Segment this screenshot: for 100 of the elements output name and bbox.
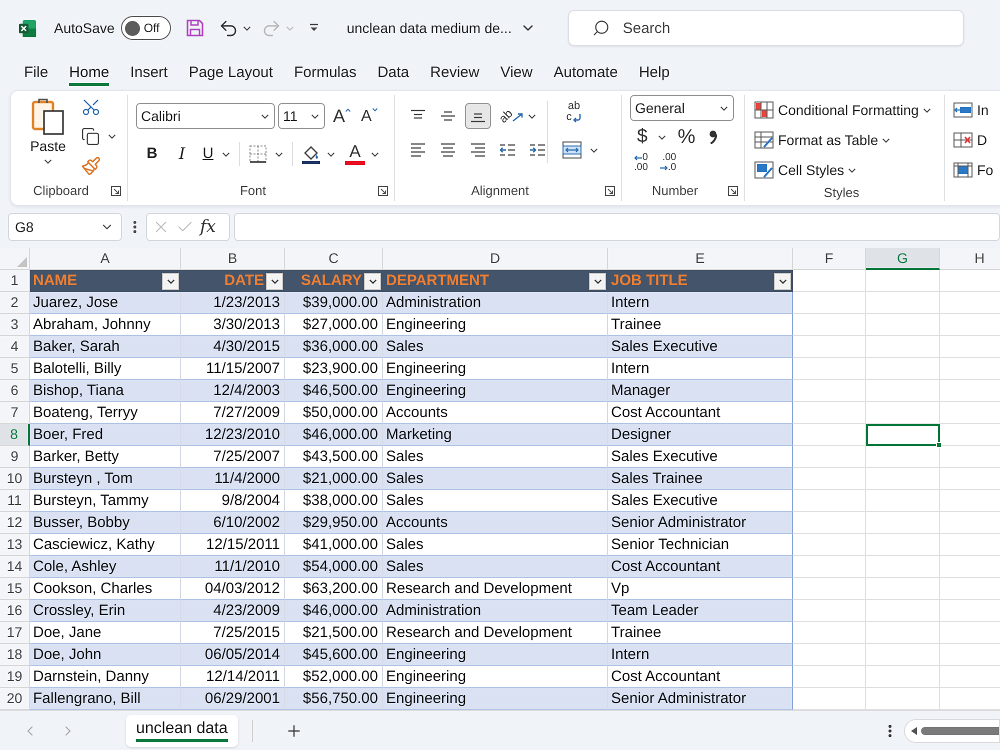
cells-menu-button[interactable]: In <box>953 97 994 123</box>
underline-button[interactable]: U <box>200 142 216 166</box>
decrease-decimal-button[interactable]: .00 .0 <box>660 153 676 173</box>
row-header[interactable]: 9 <box>0 446 30 468</box>
row-header[interactable]: 13 <box>0 534 30 556</box>
row-header[interactable]: 17 <box>0 622 30 644</box>
dialog-launcher-icon[interactable] <box>728 186 738 196</box>
row-header[interactable]: 1 <box>0 270 30 292</box>
shrink-font-button[interactable]: A <box>361 105 378 127</box>
autosave-toggle[interactable]: Off <box>120 16 171 40</box>
ribbon-tab[interactable]: Page Layout <box>188 60 273 86</box>
column-header[interactable]: D <box>383 248 608 270</box>
row-header[interactable]: 14 <box>0 556 30 578</box>
row-header[interactable]: 5 <box>0 358 30 380</box>
ribbon-tab[interactable]: Automate <box>554 60 618 86</box>
font-size-field[interactable]: 11 <box>278 103 325 129</box>
caret-icon[interactable] <box>311 114 319 118</box>
copy-icon[interactable] <box>81 127 100 146</box>
ribbon-tab[interactable]: Formulas <box>294 60 356 86</box>
caret-icon[interactable] <box>590 148 598 152</box>
column-header[interactable]: B <box>181 248 285 270</box>
customize-toolbar-icon[interactable] <box>308 23 319 33</box>
ribbon-tab[interactable]: Insert <box>130 60 168 86</box>
align-right-icon[interactable] <box>469 142 487 158</box>
dialog-launcher-icon[interactable] <box>605 186 615 196</box>
fill-color-icon[interactable] <box>301 144 321 164</box>
caret-icon[interactable] <box>882 138 890 142</box>
cells-menu-button[interactable]: Fo <box>953 157 994 183</box>
ribbon-tab[interactable]: Data <box>377 60 410 86</box>
comma-style-icon[interactable] <box>709 130 718 144</box>
column-header[interactable]: G <box>866 248 940 270</box>
caret-icon[interactable] <box>261 114 269 118</box>
ribbon-tab[interactable]: Help <box>638 60 670 86</box>
increase-decimal-button[interactable]: 0 .00 <box>634 153 648 173</box>
bold-button[interactable]: B <box>142 142 162 166</box>
row-header[interactable]: 11 <box>0 490 30 512</box>
column-header[interactable]: A <box>30 248 181 270</box>
orientation-button[interactable]: ab <box>499 110 524 122</box>
align-center-icon[interactable] <box>439 142 457 158</box>
filter-dropdown-button[interactable] <box>266 272 283 290</box>
caret-icon[interactable] <box>848 168 856 172</box>
format-painter-icon[interactable] <box>81 156 101 176</box>
caret-icon[interactable] <box>275 152 283 156</box>
row-header[interactable]: 3 <box>0 314 30 336</box>
bottom-align-button[interactable] <box>465 103 491 129</box>
styles-menu-button[interactable]: Cell Styles <box>754 157 931 183</box>
selected-cell[interactable] <box>866 424 940 446</box>
italic-button[interactable]: I <box>172 142 192 166</box>
column-header[interactable]: C <box>285 248 383 270</box>
excel-logo-icon[interactable] <box>18 18 37 38</box>
column-header[interactable]: F <box>793 248 866 270</box>
search-field[interactable]: Search <box>568 10 964 46</box>
sheet-tab[interactable]: unclean data <box>126 714 238 746</box>
row-header[interactable]: 2 <box>0 292 30 314</box>
filter-dropdown-button[interactable] <box>774 272 791 290</box>
row-header[interactable]: 12 <box>0 512 30 534</box>
paste-button[interactable]: Paste <box>27 97 69 171</box>
column-header[interactable]: E <box>608 248 793 270</box>
name-box[interactable]: G8 <box>8 213 122 241</box>
filter-dropdown-button[interactable] <box>589 272 606 290</box>
filter-dropdown-button[interactable] <box>364 272 381 290</box>
increase-indent-icon[interactable] <box>529 142 547 158</box>
row-header[interactable]: 20 <box>0 688 30 710</box>
percent-button[interactable]: % <box>678 126 696 148</box>
decrease-indent-icon[interactable] <box>499 142 517 158</box>
merge-cells-icon[interactable] <box>562 141 582 159</box>
caret-icon[interactable] <box>720 106 728 110</box>
caret-icon[interactable] <box>528 114 536 118</box>
dialog-launcher-icon[interactable] <box>378 186 388 196</box>
scrollbar-thumb[interactable] <box>921 726 999 734</box>
horizontal-scrollbar[interactable] <box>904 718 1000 742</box>
cells-menu-button[interactable]: D <box>953 127 994 153</box>
row-header[interactable]: 18 <box>0 644 30 666</box>
ribbon-tab[interactable]: Review <box>430 60 480 86</box>
row-header[interactable]: 16 <box>0 600 30 622</box>
caret-icon[interactable] <box>658 134 666 140</box>
borders-icon[interactable] <box>249 145 267 163</box>
scissors-icon[interactable] <box>81 97 101 117</box>
save-icon[interactable] <box>184 18 205 38</box>
insert-function-button[interactable]: fx <box>200 217 216 237</box>
currency-button[interactable]: $ <box>637 126 648 148</box>
font-color-button[interactable]: A <box>345 143 365 165</box>
row-header[interactable]: 6 <box>0 380 30 402</box>
row-header[interactable]: 4 <box>0 336 30 358</box>
caret-icon[interactable] <box>371 152 379 156</box>
triangle-left-icon[interactable] <box>911 726 917 734</box>
row-header[interactable]: 8 <box>0 424 30 446</box>
formula-input[interactable] <box>234 213 1000 241</box>
wrap-text-button[interactable]: ab c <box>562 101 586 129</box>
styles-menu-button[interactable]: Format as Table <box>754 127 931 153</box>
filter-dropdown-button[interactable] <box>162 272 179 290</box>
caret-icon[interactable] <box>44 159 52 164</box>
caret-icon[interactable] <box>222 152 230 156</box>
row-header[interactable]: 15 <box>0 578 30 600</box>
styles-menu-button[interactable]: Conditional Formatting <box>754 97 931 123</box>
grow-font-button[interactable]: A <box>333 106 352 126</box>
select-all-corner[interactable] <box>0 248 30 270</box>
row-header[interactable]: 10 <box>0 468 30 490</box>
row-header[interactable]: 19 <box>0 666 30 688</box>
ribbon-tab[interactable]: File <box>24 60 48 86</box>
